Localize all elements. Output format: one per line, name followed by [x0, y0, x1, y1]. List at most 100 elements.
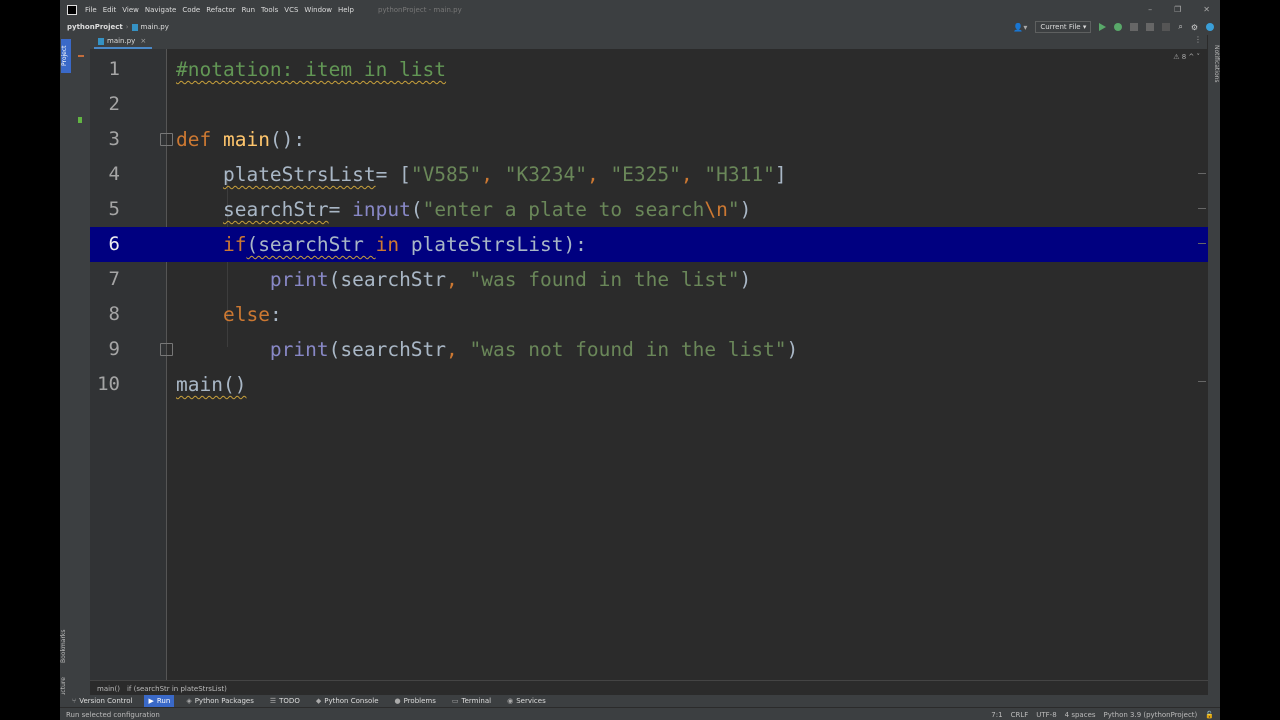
code-text: #notation: item in list	[176, 58, 447, 81]
menu-bar: File Edit View Navigate Code Refactor Ru…	[60, 0, 1220, 19]
menu-code[interactable]: Code	[182, 6, 200, 14]
profile-icon[interactable]	[1146, 23, 1155, 31]
code-text: def main():	[176, 128, 306, 151]
chevron-right-icon: ›	[125, 23, 129, 31]
code-line[interactable]: 10 main()	[90, 367, 1208, 402]
code-text: if(searchStr in plateStrsList):	[222, 233, 587, 256]
line-number: 1	[108, 58, 120, 80]
scroll-marker	[1198, 173, 1206, 174]
user-icon[interactable]: 👤▾	[1013, 23, 1027, 32]
fold-toggle-icon[interactable]	[160, 133, 173, 146]
maximize-button[interactable]: ❐	[1174, 5, 1181, 14]
line-number: 9	[108, 338, 120, 360]
tool-tab-terminal[interactable]: ▭ Terminal	[448, 695, 495, 707]
left-tool-strip: Project Bookmarks Structure	[60, 35, 72, 705]
scroll-marker	[1198, 243, 1206, 244]
run-toolbar: 👤▾ Current File ▾ ⌕ ⚙	[1013, 21, 1214, 33]
indent-setting[interactable]: 4 spaces	[1065, 711, 1096, 719]
line-separator[interactable]: CRLF	[1011, 711, 1029, 719]
run-configuration-select[interactable]: Current File ▾	[1035, 21, 1092, 33]
gear-icon[interactable]: ⚙	[1191, 23, 1198, 32]
tool-tab-python-packages[interactable]: ◈ Python Packages	[182, 695, 258, 707]
close-tab-icon[interactable]: ×	[140, 37, 146, 45]
tab-label: main.py	[107, 37, 136, 45]
menu-refactor[interactable]: Refactor	[206, 6, 235, 14]
file-marker-icon	[78, 117, 82, 123]
status-bar: Run selected configuration 7:1 CRLF UTF-…	[60, 707, 1220, 720]
tab-main-py[interactable]: main.py ×	[94, 35, 153, 49]
file-encoding[interactable]: UTF-8	[1036, 711, 1056, 719]
code-line[interactable]: 1 #notation: item in list	[90, 52, 1208, 87]
line-number: 4	[108, 163, 120, 185]
python-file-icon	[131, 23, 138, 31]
code-text: plateStrsList= ["V585", "K3234", "E325",…	[222, 163, 787, 186]
tool-window-bar: ⑂ Version Control ▶ Run ◈ Python Packages ☰…	[60, 695, 1220, 707]
package-icon: ◈	[186, 697, 192, 705]
notifications-tool-tab[interactable]: Notifications	[1208, 45, 1220, 105]
menu-file[interactable]: File	[85, 6, 97, 14]
right-tool-strip: Notifications	[1207, 35, 1220, 695]
scroll-marker	[1198, 208, 1206, 209]
nav-file[interactable]: main.py	[141, 23, 169, 31]
lock-icon[interactable]: 🔓	[1205, 711, 1214, 719]
python-interpreter[interactable]: Python 3.9 (pythonProject)	[1104, 711, 1198, 719]
menu-run[interactable]: Run	[242, 6, 255, 14]
line-number: 10	[97, 373, 120, 395]
line-number: 6	[108, 233, 120, 255]
menu-help[interactable]: Help	[338, 6, 354, 14]
code-line[interactable]: 5 searchStr= input("enter a plate to sea…	[90, 192, 1208, 227]
breadcrumb-function[interactable]: main()	[97, 685, 120, 693]
debug-icon[interactable]	[1114, 23, 1123, 31]
breadcrumb-if[interactable]: if (searchStr in plateStrsList)	[127, 685, 227, 693]
code-text: else:	[222, 303, 282, 326]
problems-icon: ●	[394, 697, 401, 705]
close-button[interactable]: ✕	[1203, 5, 1210, 14]
editor-breadcrumbs: main() if (searchStr in plateStrsList)	[90, 680, 1208, 696]
terminal-icon: ▭	[451, 697, 459, 705]
tool-tab-problems[interactable]: ● Problems	[391, 695, 440, 707]
code-line[interactable]: 7 print(searchStr, "was found in the lis…	[90, 262, 1208, 297]
scroll-marker	[1198, 381, 1206, 382]
nav-project[interactable]: pythonProject	[67, 23, 123, 31]
services-icon: ◉	[507, 697, 514, 705]
run-icon: ▶	[148, 697, 154, 705]
tool-tab-version-control[interactable]: ⑂ Version Control	[68, 695, 136, 707]
status-message: Run selected configuration	[66, 710, 160, 719]
line-number: 7	[108, 268, 120, 290]
menu-window[interactable]: Window	[304, 6, 332, 14]
tool-tab-todo[interactable]: ☰ TODO	[266, 695, 304, 707]
branch-icon: ⑂	[72, 697, 77, 705]
line-number: 3	[108, 128, 120, 150]
tool-tab-services[interactable]: ◉ Services	[503, 695, 550, 707]
menu-navigate[interactable]: Navigate	[145, 6, 176, 14]
code-line[interactable]: 3 def main():	[90, 122, 1208, 157]
code-line[interactable]: 9 print(searchStr, "was not found in the…	[90, 332, 1208, 367]
menu-tools[interactable]: Tools	[261, 6, 278, 14]
code-line[interactable]: 4 plateStrsList= ["V585", "K3234", "E325…	[90, 157, 1208, 192]
stop-icon[interactable]	[1162, 23, 1171, 31]
code-line[interactable]: 8 else:	[90, 297, 1208, 332]
code-line-current[interactable]: 6 if(searchStr in plateStrsList):	[90, 227, 1208, 262]
jetbrains-icon[interactable]	[1206, 23, 1214, 31]
tool-tab-run[interactable]: ▶ Run	[144, 695, 175, 707]
project-tool-tab[interactable]: Project	[61, 39, 71, 73]
bookmarks-tool-tab[interactable]: Bookmarks	[60, 623, 72, 663]
caret-position[interactable]: 7:1	[991, 711, 1002, 719]
coverage-icon[interactable]	[1130, 23, 1139, 31]
python-icon: ◆	[315, 697, 322, 705]
menu-view[interactable]: View	[122, 6, 139, 14]
search-icon[interactable]: ⌕	[1178, 22, 1182, 32]
run-icon[interactable]	[1099, 23, 1107, 31]
fold-end-icon[interactable]	[160, 343, 173, 356]
code-editor[interactable]: ⚠ 8 ^ ˅ 1 #notation: item in list 2 3 de…	[90, 49, 1208, 680]
menu-edit[interactable]: Edit	[103, 6, 117, 14]
code-line[interactable]: 2	[90, 87, 1208, 122]
line-number: 5	[108, 198, 120, 220]
navigation-bar: pythonProject › main.py 👤▾ Current File …	[60, 19, 1220, 36]
menu-vcs[interactable]: VCS	[284, 6, 298, 14]
tool-tab-python-console[interactable]: ◆ Python Console	[312, 695, 383, 707]
window-title: pythonProject - main.py	[378, 5, 462, 14]
window-controls: – ❐ ✕	[1148, 0, 1210, 19]
minimize-button[interactable]: –	[1148, 5, 1152, 14]
more-icon[interactable]: ⋮	[1194, 35, 1202, 44]
